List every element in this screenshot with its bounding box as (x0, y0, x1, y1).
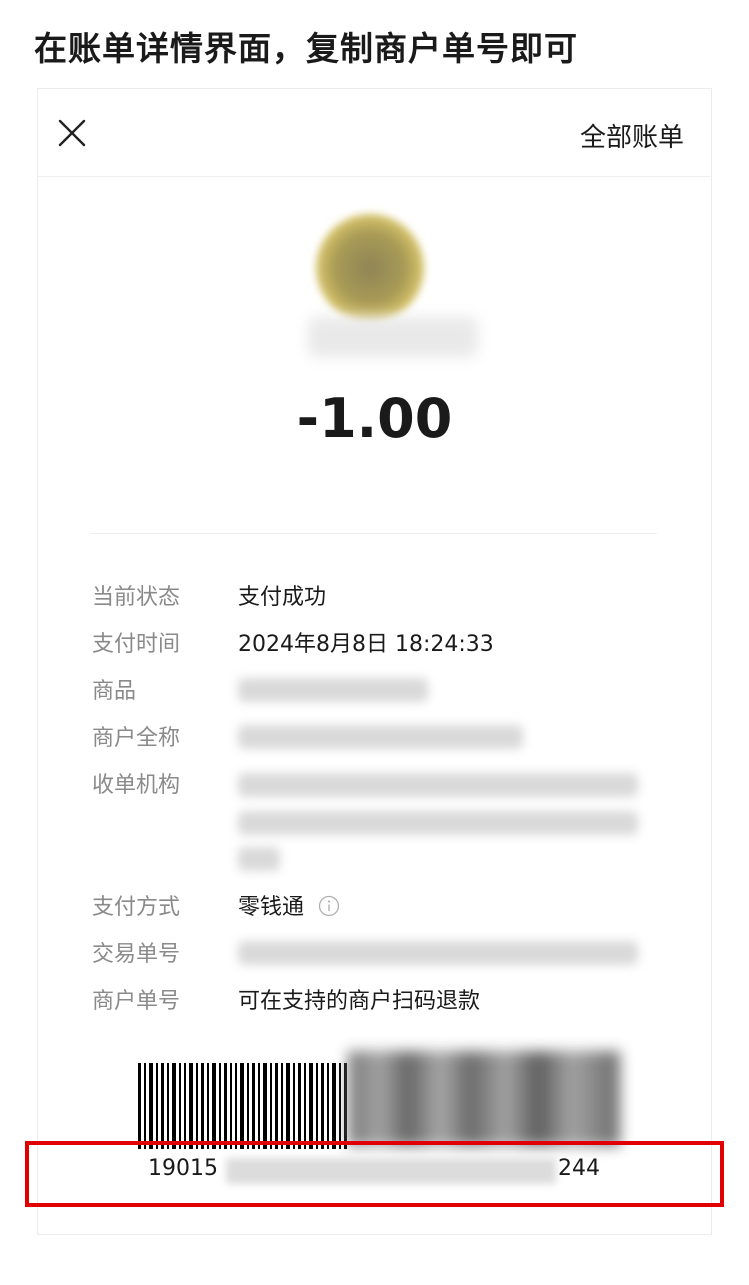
row-transaction-no: 交易单号 (92, 936, 692, 972)
close-button[interactable] (56, 117, 88, 149)
info-icon[interactable] (318, 895, 340, 917)
row-merchant-order-no: 商户单号 可在支持的商户扫码退款 (92, 983, 652, 1019)
acquirer-value-redacted (238, 773, 638, 797)
pay-time-label: 支付时间 (92, 632, 181, 657)
transaction-no-redacted (238, 941, 638, 965)
barcode-number-highlight-box (25, 1141, 724, 1207)
row-acquirer: 收单机构 (92, 767, 692, 877)
barcode-redacted (348, 1051, 620, 1146)
merchant-name-redacted (308, 317, 478, 357)
acquirer-value-redacted (238, 811, 638, 835)
row-pay-time: 支付时间 2024年8月8日 18:24:33 (92, 626, 652, 662)
status-label: 当前状态 (92, 585, 181, 610)
row-pay-method: 支付方式 零钱通 (92, 889, 652, 925)
pay-method-text: 零钱通 (238, 895, 305, 920)
merchant-full-name-redacted (238, 725, 523, 749)
row-status: 当前状态 支付成功 (92, 579, 652, 615)
row-merchant-full-name: 商户全称 (92, 720, 652, 756)
acquirer-value-redacted (238, 847, 280, 871)
instruction-heading: 在账单详情界面，复制商户单号即可 (34, 29, 578, 68)
divider (91, 533, 657, 534)
merchant-full-name-label: 商户全称 (92, 726, 181, 751)
pay-method-value: 零钱通 (238, 889, 340, 921)
merchant-order-no-label: 商户单号 (92, 989, 181, 1014)
product-value-redacted (238, 678, 428, 702)
product-label: 商品 (92, 679, 137, 704)
close-icon (58, 119, 86, 147)
avatar (316, 214, 424, 322)
transaction-no-label: 交易单号 (92, 942, 181, 967)
row-product: 商品 (92, 673, 652, 709)
amount: -1.00 (296, 387, 453, 450)
pay-time-value: 2024年8月8日 18:24:33 (238, 632, 494, 657)
top-bar: 全部账单 (38, 89, 711, 177)
pay-method-label: 支付方式 (92, 895, 181, 920)
acquirer-label: 收单机构 (92, 773, 181, 798)
status-value: 支付成功 (238, 585, 327, 610)
bill-detail-card: 全部账单 -1.00 当前状态 支付成功 支付时间 2024年8月8日 18:2… (37, 88, 712, 1235)
merchant-order-no-value: 可在支持的商户扫码退款 (238, 989, 481, 1014)
all-bills-link[interactable]: 全部账单 (580, 117, 684, 154)
